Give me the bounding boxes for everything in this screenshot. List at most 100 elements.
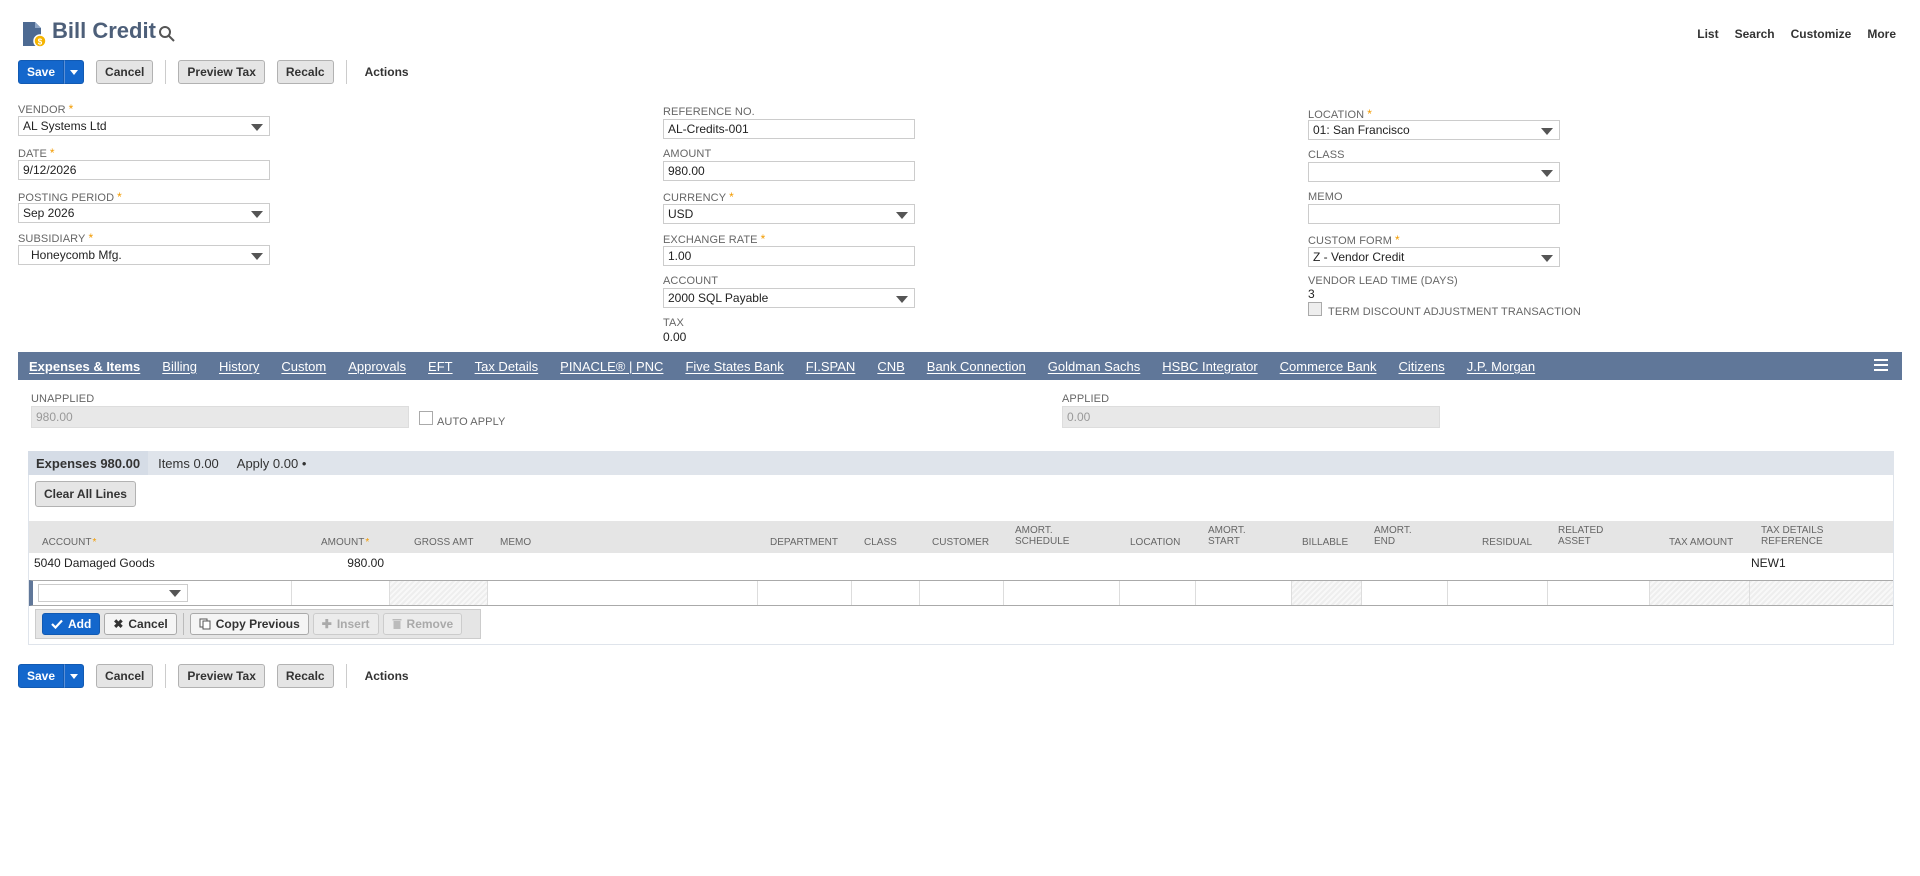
new-line-residual-cell[interactable] xyxy=(1447,581,1547,605)
new-line-amort-end-cell[interactable] xyxy=(1361,581,1447,605)
date-field[interactable]: 9/12/2026 xyxy=(18,160,270,180)
subtab-expenses[interactable]: Expenses 980.00 xyxy=(28,451,149,475)
col-tax-details-reference-line1: TAX DETAILS xyxy=(1761,525,1824,536)
vendor-select[interactable]: AL Systems Ltd xyxy=(18,116,270,136)
new-line-customer-cell[interactable] xyxy=(919,581,1003,605)
new-line-related-asset-cell[interactable] xyxy=(1547,581,1649,605)
col-tax-details-reference[interactable]: TAX DETAILS REFERENCE xyxy=(1761,525,1823,547)
new-line-amort-schedule-cell[interactable] xyxy=(1003,581,1119,605)
new-line-billable-cell[interactable] xyxy=(1291,581,1361,605)
list-link[interactable]: List xyxy=(1697,27,1718,41)
col-amort-end[interactable]: AMORT. END xyxy=(1374,525,1412,547)
tab-eft[interactable]: EFT xyxy=(417,352,464,380)
tab-approvals[interactable]: Approvals xyxy=(337,352,417,380)
dropdown-arrow-icon xyxy=(896,296,908,303)
search-icon[interactable] xyxy=(158,25,176,43)
col-account[interactable]: ACCOUNT* xyxy=(42,537,96,548)
account-select[interactable]: 2000 SQL Payable xyxy=(663,288,915,308)
tab-history[interactable]: History xyxy=(208,352,270,380)
new-line-department-cell[interactable] xyxy=(757,581,851,605)
col-amort-schedule[interactable]: AMORT. SCHEDULE xyxy=(1015,525,1069,547)
location-select[interactable]: 01: San Francisco xyxy=(1308,120,1560,140)
col-amort-start[interactable]: AMORT. START xyxy=(1208,525,1246,547)
col-gross-amt[interactable]: GROSS AMT xyxy=(414,537,473,548)
tab-citizens[interactable]: Citizens xyxy=(1387,352,1455,380)
row-1-account[interactable]: 5040 Damaged Goods xyxy=(34,556,155,570)
col-department[interactable]: DEPARTMENT xyxy=(770,537,838,548)
tab-hsbc-integrator[interactable]: HSBC Integrator xyxy=(1151,352,1268,380)
auto-apply-checkbox[interactable] xyxy=(419,411,433,425)
class-label: CLASS xyxy=(1308,149,1345,161)
tab-menu-icon[interactable] xyxy=(1874,359,1888,373)
class-select[interactable] xyxy=(1308,162,1560,182)
col-customer[interactable]: CUSTOMER xyxy=(932,537,989,548)
amount-field[interactable]: 980.00 xyxy=(663,161,915,181)
search-link[interactable]: Search xyxy=(1735,27,1775,41)
memo-field[interactable] xyxy=(1308,204,1560,224)
subtab-items[interactable]: Items 0.00 xyxy=(148,456,227,471)
top-links: List Search Customize More xyxy=(1697,27,1896,41)
new-line-memo-cell[interactable] xyxy=(487,581,757,605)
preview-tax-button[interactable]: Preview Tax xyxy=(178,60,265,84)
cancel-button[interactable]: Cancel xyxy=(96,60,154,84)
reference-no-field[interactable]: AL-Credits-001 xyxy=(663,119,915,139)
tab-cnb[interactable]: CNB xyxy=(866,352,915,380)
currency-select[interactable]: USD xyxy=(663,204,915,224)
col-memo[interactable]: MEMO xyxy=(500,537,531,548)
cancel-line-button[interactable]: ✖ Cancel xyxy=(104,613,177,635)
tab-pinacle-pnc[interactable]: PINACLE® | PNC xyxy=(549,352,674,380)
new-line-class-cell[interactable] xyxy=(851,581,919,605)
col-amount[interactable]: AMOUNT* xyxy=(321,537,369,548)
col-location[interactable]: LOCATION xyxy=(1130,537,1180,548)
save-button[interactable]: Save xyxy=(18,60,65,84)
tab-fispan[interactable]: FI.SPAN xyxy=(795,352,867,380)
actions-menu[interactable]: Actions xyxy=(359,669,415,683)
copy-previous-button[interactable]: Copy Previous xyxy=(189,613,309,635)
posting-period-select[interactable]: Sep 2026 xyxy=(18,203,270,223)
add-line-button[interactable]: Add xyxy=(42,613,101,635)
col-related-asset[interactable]: RELATED ASSET xyxy=(1558,525,1603,547)
col-class[interactable]: CLASS xyxy=(864,537,897,548)
col-residual[interactable]: RESIDUAL xyxy=(1482,537,1532,548)
remove-line-button[interactable]: Remove xyxy=(382,613,463,635)
save-dropdown-button[interactable] xyxy=(64,60,85,84)
tab-custom[interactable]: Custom xyxy=(270,352,337,380)
tab-tax-details[interactable]: Tax Details xyxy=(464,352,550,380)
actions-menu[interactable]: Actions xyxy=(359,65,415,79)
new-line-amount-cell[interactable] xyxy=(291,581,389,605)
recalc-button[interactable]: Recalc xyxy=(276,60,334,84)
tab-expenses-items[interactable]: Expenses & Items xyxy=(18,352,152,380)
tab-jp-morgan[interactable]: J.P. Morgan xyxy=(1456,352,1546,380)
tab-goldman-sachs[interactable]: Goldman Sachs xyxy=(1037,352,1152,380)
row-1-tax-details-ref[interactable]: NEW1 xyxy=(1751,556,1786,570)
subsidiary-select[interactable]: Honeycomb Mfg. xyxy=(18,245,270,265)
custom-form-select[interactable]: Z - Vendor Credit xyxy=(1308,247,1560,267)
row-1-amount[interactable]: 980.00 xyxy=(300,556,384,570)
customize-link[interactable]: Customize xyxy=(1791,27,1852,41)
new-line-location-cell[interactable] xyxy=(1119,581,1195,605)
tab-commerce-bank[interactable]: Commerce Bank xyxy=(1269,352,1388,380)
subtab-apply[interactable]: Apply 0.00 • xyxy=(227,456,315,471)
tab-five-states-bank[interactable]: Five States Bank xyxy=(674,352,794,380)
col-tax-amount[interactable]: TAX AMOUNT xyxy=(1669,537,1733,548)
recalc-button[interactable]: Recalc xyxy=(276,664,334,688)
col-billable[interactable]: BILLABLE xyxy=(1302,537,1348,548)
exchange-rate-field[interactable]: 1.00 xyxy=(663,246,915,266)
new-line-amort-start-cell[interactable] xyxy=(1195,581,1291,605)
exchange-rate-value: 1.00 xyxy=(668,249,692,263)
required-marker: * xyxy=(1367,107,1372,121)
save-button[interactable]: Save xyxy=(18,664,65,688)
preview-tax-button[interactable]: Preview Tax xyxy=(178,664,265,688)
required-marker: * xyxy=(49,146,55,160)
insert-line-button[interactable]: ✚ Insert xyxy=(312,613,379,635)
save-dropdown-button[interactable] xyxy=(64,664,85,688)
cancel-button[interactable]: Cancel xyxy=(96,664,154,688)
new-line-account-select[interactable] xyxy=(38,584,188,602)
tab-bank-connection[interactable]: Bank Connection xyxy=(916,352,1037,380)
clear-all-lines-button[interactable]: Clear All Lines xyxy=(35,481,136,507)
more-link[interactable]: More xyxy=(1867,27,1896,41)
plus-icon: ✚ xyxy=(321,617,332,631)
vendor-label-text: VENDOR xyxy=(18,104,66,116)
term-discount-checkbox[interactable] xyxy=(1308,302,1322,316)
tab-billing[interactable]: Billing xyxy=(151,352,208,380)
